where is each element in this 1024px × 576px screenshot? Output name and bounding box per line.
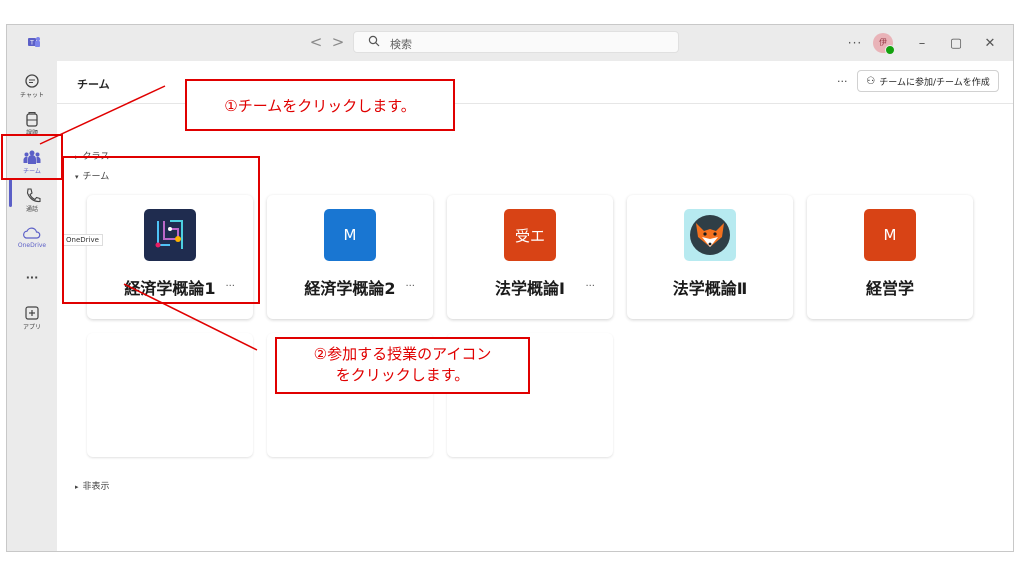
callout-step1: ①チームをクリックします。 [185, 79, 455, 131]
callout-step2-line2: をクリックします。 [335, 366, 470, 384]
callout-step2-line1: ②参加する授業のアイコン [313, 345, 492, 363]
pointer-line-step1 [39, 85, 166, 145]
annotation-lines [39, 85, 258, 351]
pointer-line-step2 [123, 283, 258, 351]
callout-step1-text: ①チームをクリックします。 [224, 96, 416, 115]
callout-step2: ②参加する授業のアイコン をクリックします。 [275, 337, 530, 394]
